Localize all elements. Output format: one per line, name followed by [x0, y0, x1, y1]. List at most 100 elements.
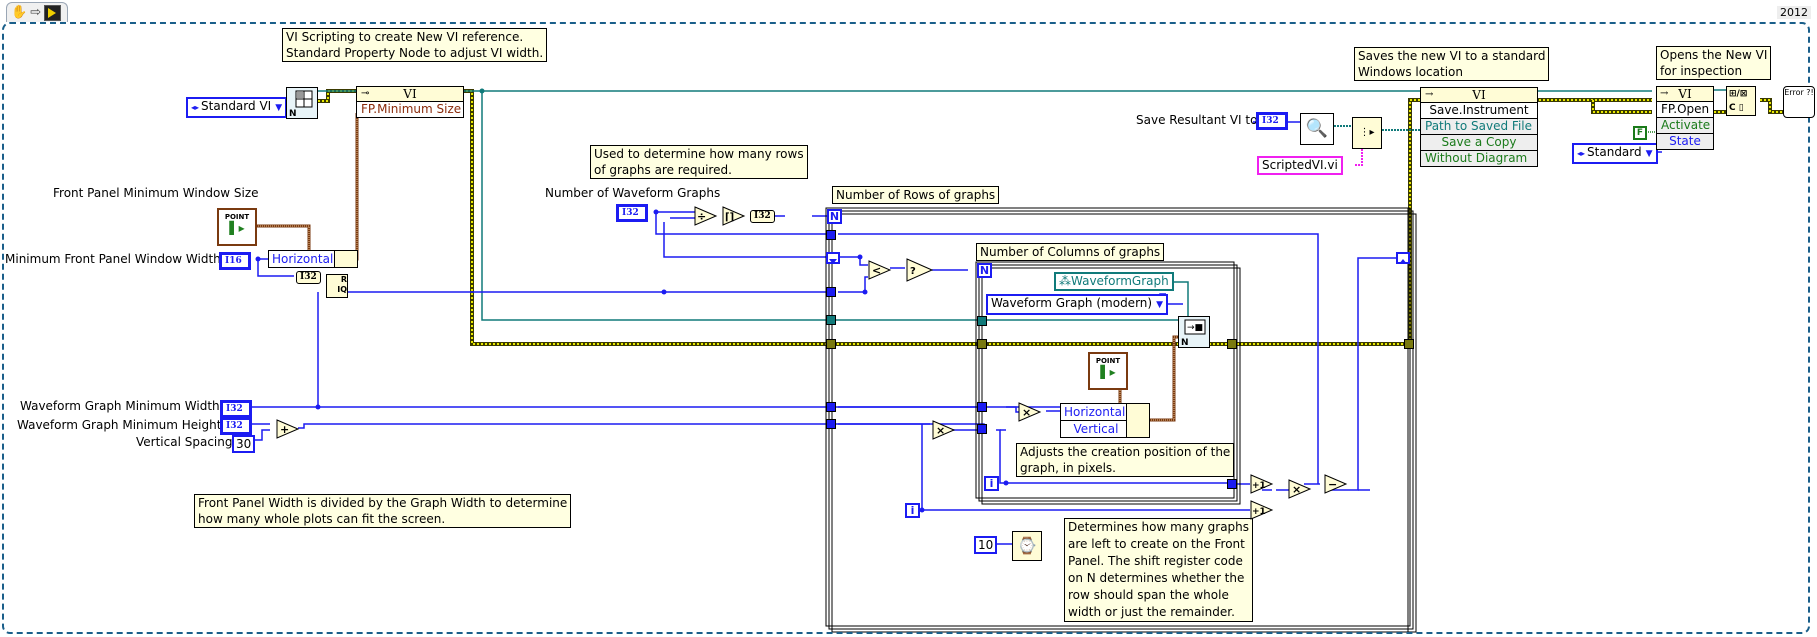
num-waveform-graphs-control[interactable]: I32	[616, 204, 648, 222]
wg-min-height-label: Waveform Graph Minimum Height	[17, 418, 222, 432]
loop-tunnel	[826, 287, 836, 297]
cluster-type-label: POINT	[1095, 357, 1121, 365]
svg-text:÷: ÷	[697, 210, 706, 223]
dropdown-arrow-icon[interactable]: ▼	[275, 103, 282, 113]
scripted-vi-path-constant[interactable]: ScriptedVI.vi	[1257, 156, 1343, 175]
comment-line: Used to determine how many rows	[594, 147, 804, 161]
inner-loop-tunnel	[977, 402, 987, 412]
multiply-primitive-3[interactable]: ×	[1288, 479, 1312, 499]
ceiling-primitive[interactable]: ⌈⌉	[722, 206, 746, 226]
increment-primitive-2[interactable]: +1	[1250, 500, 1274, 520]
inner-loop-tunnel-error	[977, 339, 987, 349]
unbundle-horizontal-node[interactable]: Horizontal	[268, 250, 336, 268]
outer-loop-count-terminal[interactable]: N	[827, 209, 842, 224]
shift-register-left[interactable]	[826, 252, 840, 264]
waveform-graph-style-enum[interactable]: Waveform Graph (modern) ▼	[986, 294, 1168, 315]
hand-grab-icon[interactable]: ✋	[11, 5, 27, 21]
to-i32-conversion-2: I32	[750, 210, 775, 223]
min-fp-window-width-control[interactable]: I16	[219, 252, 251, 270]
comment-line: width or just the remainder.	[1068, 605, 1235, 619]
fp-open-state-enum[interactable]: ◂▸ Standard ▼	[1572, 143, 1658, 164]
select-primitive[interactable]: ?	[906, 258, 934, 282]
param-save-a-copy[interactable]: Save a Copy	[1421, 135, 1537, 151]
increment-arrows-icon: ◂▸	[1577, 149, 1586, 158]
less-than-primitive[interactable]: <	[868, 260, 892, 280]
error-handler-icon[interactable]: Error ?!	[1783, 86, 1815, 118]
quotient-label: IQ	[337, 285, 347, 294]
comment-line: Opens the New VI	[1660, 48, 1768, 62]
comment-line: for inspection	[1660, 64, 1743, 78]
standard-vi-enum[interactable]: ◂▸ Standard VI ▼	[186, 97, 288, 118]
param-state[interactable]: State	[1657, 134, 1713, 149]
invoke-node-header: → VI	[1421, 88, 1537, 103]
inner-point-control[interactable]: POINT ▌▸	[1088, 352, 1128, 390]
dropdown-arrow-icon[interactable]: ▼	[1646, 149, 1653, 159]
version-label: 2012	[1777, 6, 1811, 19]
build-path-node-icon[interactable]: ⋮▸	[1352, 117, 1382, 149]
close-reference-node-icon[interactable]: ⊞/⊠ C ▯	[1726, 86, 1756, 116]
increment-primitive[interactable]: +1	[1250, 474, 1274, 494]
property-fp-minimum-size[interactable]: FP.Minimum Size	[357, 102, 463, 117]
wait-ms-icon[interactable]: ⌚	[1012, 531, 1042, 561]
shift-register-right[interactable]	[1396, 252, 1410, 264]
arrow-right-icon[interactable]: ⇨	[30, 5, 41, 21]
activate-false-constant[interactable]: F	[1633, 126, 1647, 140]
bundle-horizontal-vertical[interactable]: Horizontal Vertical	[1060, 403, 1132, 438]
new-vi-node-icon[interactable]: N	[286, 87, 318, 119]
comment-rows-label: Number of Rows of graphs	[832, 186, 1000, 204]
fp-min-window-size-control[interactable]: POINT ▌▸	[217, 208, 257, 246]
comment-line: Front Panel Width is divided by the Grap…	[198, 496, 568, 510]
inner-loop-index-terminal: i	[984, 476, 999, 491]
method-save-instrument[interactable]: Save.Instrument	[1421, 103, 1537, 119]
comment-line: row should span the whole	[1068, 588, 1229, 602]
comment-line: Determines how many graphs	[1068, 520, 1250, 534]
dropdown-arrow-icon[interactable]: ▼	[1156, 300, 1163, 310]
invoke-node-fp-open[interactable]: → VI FP.Open Activate State	[1656, 86, 1714, 150]
inner-loop-tunnel	[977, 424, 987, 434]
method-fp-open[interactable]: FP.Open	[1657, 102, 1713, 118]
enum-value: Standard	[1587, 145, 1642, 159]
unbundle-field: Horizontal	[272, 252, 334, 266]
error-handler-label: Error ?!	[1784, 88, 1814, 97]
comment-fp-width-divided: Front Panel Width is divided by the Grap…	[194, 494, 572, 528]
comment-cols-label: Number of Columns of graphs	[976, 243, 1165, 261]
quotient-remainder-node[interactable]: R IQ	[326, 274, 348, 298]
class-name: VI	[403, 87, 417, 101]
comment-line: Panel. The shift register code	[1068, 554, 1243, 568]
svg-text:⌈⌉: ⌈⌉	[725, 212, 734, 223]
svg-text:×: ×	[936, 424, 945, 437]
comment-graphs-left: Determines how many graphs are left to c…	[1064, 518, 1254, 622]
min-fp-window-width-label: Minimum Front Panel Window Width	[5, 252, 221, 266]
property-node-vi[interactable]: ⊸ VI FP.Minimum Size	[356, 86, 464, 118]
svg-text:→■: →■	[1187, 323, 1203, 333]
wait-ms-constant[interactable]: 10	[974, 536, 998, 554]
param-activate[interactable]: Activate	[1657, 118, 1713, 134]
param-without-diagram[interactable]: Without Diagram	[1421, 151, 1537, 166]
inner-loop-tunnel-error-out	[1227, 339, 1237, 349]
run-vi-icon[interactable]	[44, 4, 62, 21]
comment-line: Adjusts the creation position of the	[1020, 445, 1231, 459]
wg-min-width-control[interactable]: I32	[220, 400, 252, 418]
comment-opens-new-vi: Opens the New VI for inspection	[1656, 46, 1772, 80]
multiply-primitive-2[interactable]: ×	[932, 420, 956, 440]
svg-text:×: ×	[1022, 406, 1031, 419]
file-dialog-folder-icon[interactable]: 🔍	[1300, 113, 1334, 145]
waveform-graph-ref-constant[interactable]: ⁂WaveformGraph	[1054, 272, 1174, 291]
loop-tunnel-ref	[826, 315, 836, 325]
save-resultant-control[interactable]: I32	[1256, 112, 1288, 130]
multiply-primitive[interactable]: ×	[1018, 402, 1042, 422]
subtract-primitive[interactable]: −	[1324, 474, 1348, 494]
loop-tunnel	[826, 230, 836, 240]
new-vi-object-node-icon[interactable]: →■ N	[1178, 316, 1210, 348]
svg-text:+1: +1	[1252, 481, 1266, 491]
add-primitive[interactable]: +	[276, 419, 300, 439]
comment-rows-required: Used to determine how many rows of graph…	[590, 145, 808, 179]
param-path-to-saved-file[interactable]: Path to Saved File	[1421, 119, 1537, 135]
invoke-node-save-instrument[interactable]: → VI Save.Instrument Path to Saved File S…	[1420, 87, 1538, 167]
ref-name: WaveformGraph	[1071, 274, 1169, 288]
inner-loop-count-terminal[interactable]: N	[977, 263, 992, 278]
divide-primitive[interactable]: ÷	[694, 206, 718, 226]
wg-min-height-control[interactable]: I32	[220, 417, 252, 435]
svg-text:×: ×	[1292, 483, 1301, 496]
vertical-spacing-constant[interactable]: 30	[232, 435, 256, 453]
